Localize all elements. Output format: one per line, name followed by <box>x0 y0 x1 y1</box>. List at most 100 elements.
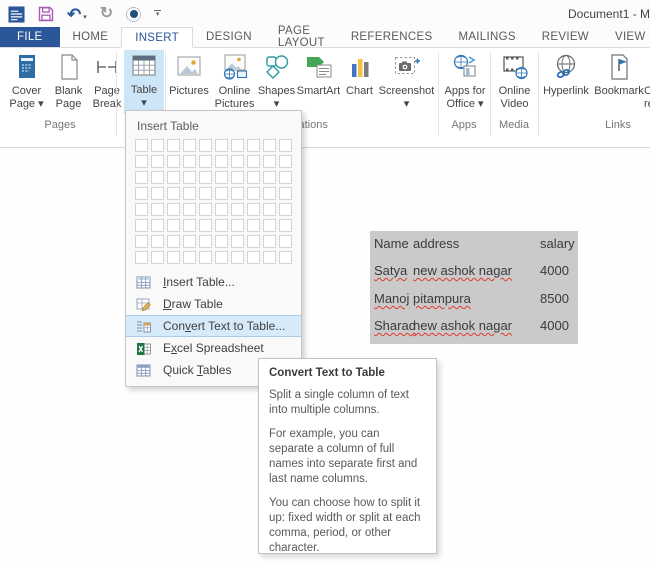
selected-text-block[interactable]: Name address salary Satya new ashok naga… <box>370 231 578 344</box>
record-icon[interactable] <box>126 4 142 24</box>
grid-cell[interactable] <box>151 219 164 232</box>
shapes-button[interactable]: Shapes ▾ <box>258 51 295 113</box>
grid-cell[interactable] <box>199 203 212 216</box>
word-logo-icon[interactable] <box>8 4 25 24</box>
customize-qat-icon[interactable]: ▾ <box>154 4 162 24</box>
grid-cell[interactable] <box>183 171 196 184</box>
grid-cell[interactable] <box>199 251 212 264</box>
grid-cell[interactable] <box>151 203 164 216</box>
grid-cell[interactable] <box>279 171 292 184</box>
grid-cell[interactable] <box>151 139 164 152</box>
menu-item-insert-table[interactable]: Insert Table... <box>126 271 301 293</box>
grid-cell[interactable] <box>263 203 276 216</box>
grid-cell[interactable] <box>279 235 292 248</box>
grid-cell[interactable] <box>199 155 212 168</box>
grid-cell[interactable] <box>199 187 212 200</box>
grid-cell[interactable] <box>231 219 244 232</box>
grid-cell[interactable] <box>215 187 228 200</box>
online-pictures-button[interactable]: Online Pictures <box>212 51 257 113</box>
grid-cell[interactable] <box>135 219 148 232</box>
online-video-button[interactable]: Online Video <box>492 51 537 113</box>
grid-cell[interactable] <box>135 187 148 200</box>
grid-cell[interactable] <box>263 235 276 248</box>
save-icon[interactable] <box>38 4 54 24</box>
doc-cell[interactable]: new ashok nagar <box>413 318 512 333</box>
grid-cell[interactable] <box>215 139 228 152</box>
grid-cell[interactable] <box>167 203 180 216</box>
grid-cell[interactable] <box>279 203 292 216</box>
menu-item-draw-table[interactable]: Draw Table <box>126 293 301 315</box>
pictures-button[interactable]: Pictures <box>167 51 211 113</box>
grid-cell[interactable] <box>183 155 196 168</box>
smartart-button[interactable]: SmartArt <box>295 51 342 113</box>
grid-cell[interactable] <box>135 235 148 248</box>
grid-cell[interactable] <box>167 235 180 248</box>
doc-cell[interactable]: Manoj <box>374 291 409 306</box>
grid-cell[interactable] <box>247 139 260 152</box>
apps-for-office-button[interactable]: Apps for Office ▾ <box>441 51 489 113</box>
grid-cell[interactable] <box>199 219 212 232</box>
grid-cell[interactable] <box>135 139 148 152</box>
doc-cell[interactable]: 8500 <box>540 291 569 306</box>
grid-cell[interactable] <box>151 155 164 168</box>
doc-cell[interactable]: Sharad <box>374 318 416 333</box>
undo-icon[interactable]: ↶ ▾ <box>67 4 87 24</box>
grid-cell[interactable] <box>263 187 276 200</box>
tab-file[interactable]: FILE <box>0 27 60 47</box>
grid-cell[interactable] <box>231 251 244 264</box>
page-break-button[interactable]: Page Break <box>88 51 126 113</box>
grid-cell[interactable] <box>215 219 228 232</box>
grid-cell[interactable] <box>151 251 164 264</box>
grid-cell[interactable] <box>279 219 292 232</box>
grid-cell[interactable] <box>167 251 180 264</box>
grid-cell[interactable] <box>231 187 244 200</box>
grid-cell[interactable] <box>199 235 212 248</box>
grid-cell[interactable] <box>183 139 196 152</box>
grid-cell[interactable] <box>135 171 148 184</box>
grid-cell[interactable] <box>247 187 260 200</box>
tab-home[interactable]: HOME <box>60 27 122 47</box>
doc-cell[interactable]: Name <box>374 236 409 251</box>
grid-cell[interactable] <box>167 139 180 152</box>
menu-item-excel-spreadsheet[interactable]: Excel Spreadsheet <box>126 337 301 359</box>
grid-cell[interactable] <box>199 139 212 152</box>
grid-cell[interactable] <box>183 235 196 248</box>
chart-button[interactable]: Chart <box>342 51 377 113</box>
cross-reference-button[interactable]: Cross- reference <box>644 51 650 113</box>
grid-cell[interactable] <box>247 171 260 184</box>
grid-cell[interactable] <box>167 155 180 168</box>
bookmark-button[interactable]: Bookmark <box>592 51 646 113</box>
doc-cell[interactable]: salary <box>540 236 575 251</box>
grid-cell[interactable] <box>199 171 212 184</box>
grid-cell[interactable] <box>151 235 164 248</box>
grid-cell[interactable] <box>263 139 276 152</box>
tab-insert[interactable]: INSERT <box>121 27 193 48</box>
doc-cell[interactable]: 4000 <box>540 318 569 333</box>
menu-item-convert-text-to-table[interactable]: Convert Text to Table... <box>126 315 301 337</box>
grid-cell[interactable] <box>167 171 180 184</box>
grid-cell[interactable] <box>231 139 244 152</box>
grid-cell[interactable] <box>231 203 244 216</box>
doc-cell[interactable]: 4000 <box>540 263 569 278</box>
grid-cell[interactable] <box>231 155 244 168</box>
tab-mailings[interactable]: MAILINGS <box>445 27 528 47</box>
grid-cell[interactable] <box>247 251 260 264</box>
hyperlink-button[interactable]: Hyperlink <box>541 51 591 113</box>
grid-cell[interactable] <box>247 235 260 248</box>
grid-cell[interactable] <box>135 203 148 216</box>
grid-cell[interactable] <box>279 139 292 152</box>
doc-cell[interactable]: address <box>413 236 459 251</box>
grid-cell[interactable] <box>135 251 148 264</box>
grid-cell[interactable] <box>215 203 228 216</box>
grid-cell[interactable] <box>279 251 292 264</box>
doc-cell[interactable]: new ashok nagar <box>413 263 512 278</box>
grid-cell[interactable] <box>231 171 244 184</box>
grid-cell[interactable] <box>151 171 164 184</box>
grid-cell[interactable] <box>279 155 292 168</box>
tab-references[interactable]: REFERENCES <box>338 27 446 47</box>
grid-cell[interactable] <box>247 203 260 216</box>
grid-cell[interactable] <box>263 155 276 168</box>
grid-cell[interactable] <box>135 155 148 168</box>
doc-cell[interactable]: pitampura <box>413 291 471 306</box>
table-button[interactable]: Table ▾ <box>124 50 164 114</box>
